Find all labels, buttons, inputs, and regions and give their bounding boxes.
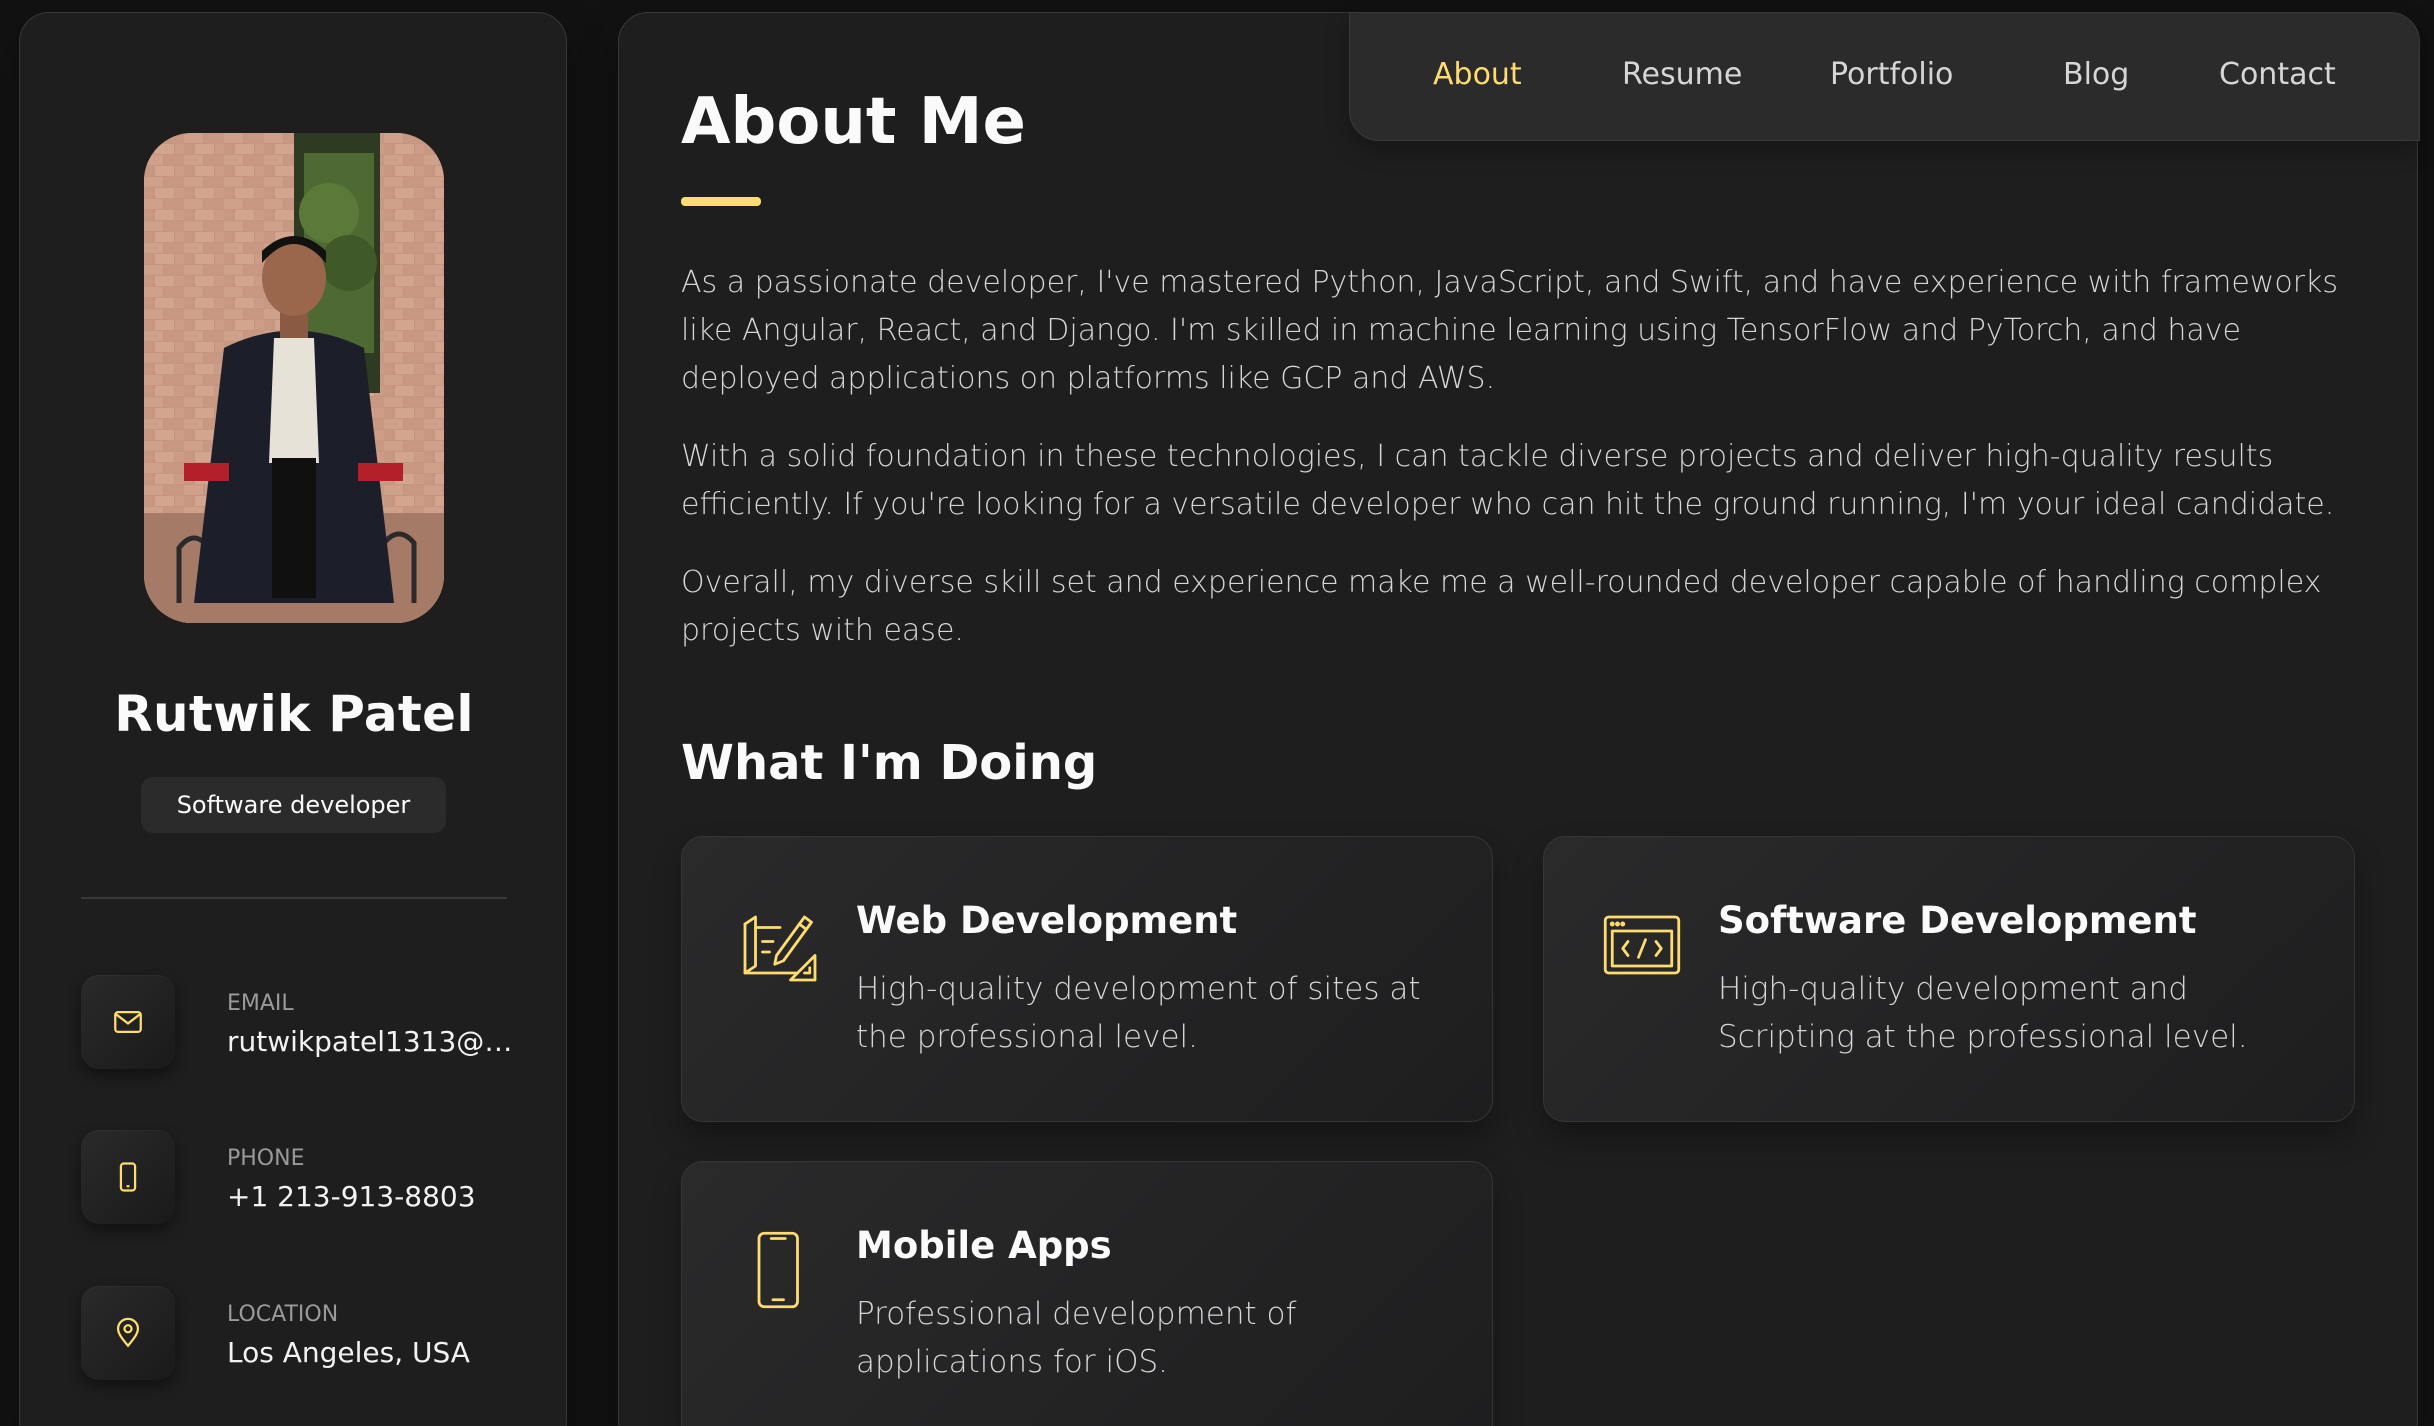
contact-label: Phone [227, 1146, 305, 1171]
about-paragraph-1: As a passionate developer, I've mastered… [681, 265, 2339, 396]
design-pen-icon [738, 903, 822, 987]
service-title: Software Development [1718, 899, 2197, 942]
sidebar-separator [81, 897, 507, 899]
service-text: High-quality development of sites at the… [856, 971, 1421, 1055]
service-title: Mobile Apps [856, 1224, 1112, 1267]
contact-location: Location Los Angeles, USA [81, 1286, 521, 1382]
nav-about[interactable]: About [1433, 57, 1522, 92]
contact-phone: Phone +1 213-913-8803 [81, 1130, 521, 1226]
page-title: About Me [681, 85, 1026, 159]
service-card-web: Web Development High-quality development… [681, 836, 1493, 1122]
location-pin-icon [81, 1286, 175, 1380]
smartphone-icon [738, 1228, 822, 1312]
services-title: What I'm Doing [681, 735, 1098, 791]
profile-title-badge: Software developer [141, 777, 446, 833]
code-window-icon [1600, 903, 1684, 987]
contact-label: Email [227, 991, 294, 1016]
service-card-software: Software Development High-quality develo… [1543, 836, 2355, 1122]
page: Rutwik Patel Software developer Email ru… [0, 0, 2434, 1426]
avatar [144, 133, 444, 623]
phone-link[interactable]: +1 213-913-8803 [227, 1180, 527, 1213]
title-underline [681, 197, 761, 206]
contact-label: Location [227, 1302, 339, 1327]
mail-icon [81, 975, 175, 1069]
nav-contact[interactable]: Contact [2219, 57, 2336, 92]
nav-blog[interactable]: Blog [2063, 57, 2129, 92]
service-text: Professional development of applications… [856, 1296, 1297, 1380]
service-text: High-quality development and Scripting a… [1718, 971, 2248, 1055]
about-paragraph-2: With a solid foundation in these technol… [681, 439, 2335, 522]
email-link[interactable]: rutwikpatel1313@gm... [227, 1025, 527, 1058]
service-title: Web Development [856, 899, 1238, 942]
location-text: Los Angeles, USA [227, 1336, 470, 1369]
sidebar: Rutwik Patel Software developer Email ru… [19, 12, 567, 1426]
nav-resume[interactable]: Resume [1622, 57, 1742, 92]
nav-portfolio[interactable]: Portfolio [1830, 57, 1953, 92]
about-paragraph-3: Overall, my diverse skill set and experi… [681, 565, 2322, 648]
phone-icon [81, 1130, 175, 1224]
service-card-mobile: Mobile Apps Professional development of … [681, 1161, 1493, 1426]
main-panel: About Resume Portfolio Blog Contact Abou… [618, 12, 2420, 1426]
profile-name: Rutwik Patel [114, 685, 474, 743]
contact-email: Email rutwikpatel1313@gm... [81, 975, 527, 1071]
navbar: About Resume Portfolio Blog Contact [1349, 12, 2420, 141]
